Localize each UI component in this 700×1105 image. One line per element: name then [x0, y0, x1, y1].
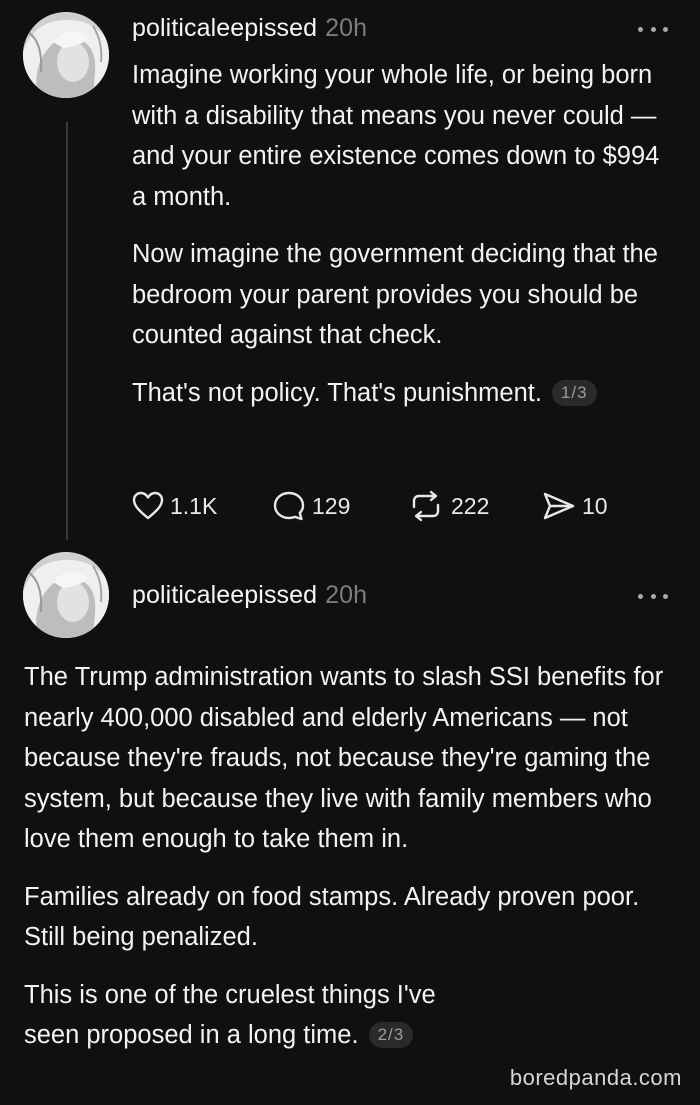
watermark: boredpanda.com — [509, 1065, 682, 1090]
username[interactable]: politicaleepissed — [132, 581, 317, 609]
more-dots-icon[interactable] — [638, 591, 668, 601]
thread-pager: 2/3 — [368, 1022, 414, 1048]
post-body: The Trump administration wants to slash … — [24, 657, 664, 1056]
post-header: politicaleepissed 20h — [132, 581, 367, 610]
post-2: politicaleepissed 20h The Trump administr… — [0, 0, 700, 1105]
paragraph: Families already on food stamps. Already… — [24, 882, 640, 952]
paragraph: The Trump administration wants to slash … — [24, 663, 664, 853]
avatar[interactable] — [23, 552, 109, 638]
paragraph: This is one of the cruelest things I've … — [24, 975, 494, 1056]
avatar-photo — [23, 552, 109, 638]
timestamp: 20h — [325, 581, 368, 609]
